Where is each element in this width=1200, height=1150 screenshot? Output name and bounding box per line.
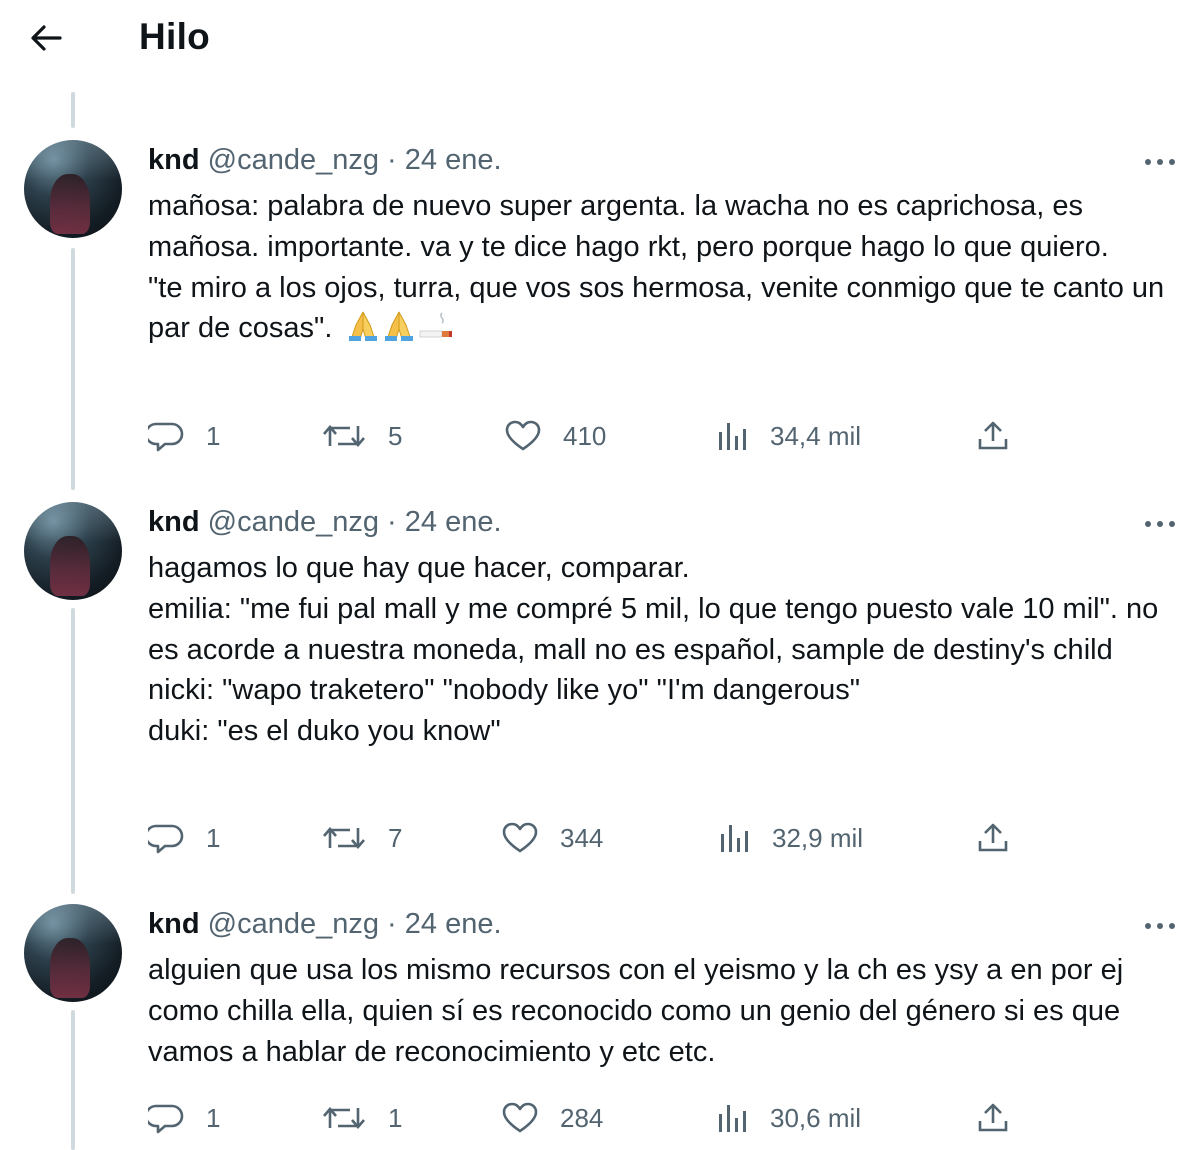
retweet-button[interactable]: 7: [322, 816, 402, 860]
like-count: 284: [560, 1102, 604, 1133]
reply-button[interactable]: 1: [148, 414, 220, 458]
share-button[interactable]: [976, 1096, 1010, 1140]
like-button[interactable]: 410: [505, 414, 606, 458]
arrow-left-icon: [29, 23, 63, 58]
thread-header: Hilo: [0, 0, 1200, 80]
heart-icon: [502, 822, 538, 854]
tweet-text: hagamos lo que hay que hacer, comparar. …: [148, 548, 1178, 752]
tweet-date[interactable]: 24 ene.: [405, 506, 502, 538]
avatar[interactable]: [24, 140, 122, 238]
reply-button[interactable]: 1: [148, 816, 220, 860]
separator: ·: [387, 506, 397, 538]
share-icon: [976, 419, 1010, 453]
tweet-text-line: emilia: "me fui pal mall y me compré 5 m…: [148, 592, 1159, 666]
reply-count: 1: [206, 822, 221, 853]
reply-icon: [148, 420, 184, 452]
tweet-text-line: hagamos lo que hay que hacer, comparar.: [148, 552, 690, 584]
tweet-header: knd @cande_nzg · 24 ene.: [148, 906, 502, 942]
author-name[interactable]: knd: [148, 908, 200, 940]
retweet-count: 5: [388, 420, 403, 451]
views-button[interactable]: 32,9 mil: [718, 816, 863, 860]
author-handle[interactable]: @cande_nzg: [208, 506, 379, 538]
separator: ·: [387, 908, 397, 940]
heart-icon: [502, 1102, 538, 1134]
author-handle[interactable]: @cande_nzg: [208, 144, 379, 176]
tweet-date[interactable]: 24 ene.: [405, 144, 502, 176]
emoji-group: [346, 309, 454, 353]
author-name[interactable]: knd: [148, 506, 200, 538]
views-button[interactable]: 34,4 mil: [716, 414, 861, 458]
tweet-actions: 1 1 284 30,6 mil: [0, 1096, 1200, 1140]
more-options-button[interactable]: [1138, 508, 1182, 540]
folded-hands-icon: [346, 309, 380, 353]
author-handle[interactable]: @cande_nzg: [208, 908, 379, 940]
analytics-icon: [716, 1102, 748, 1134]
tweet-text-line: mañosa: palabra de nuevo super argenta. …: [148, 190, 1109, 263]
share-icon: [976, 821, 1010, 855]
reply-count: 1: [206, 420, 221, 451]
tweet-actions: 1 7 344 32,9 mil: [0, 816, 1200, 860]
retweet-button[interactable]: 5: [322, 414, 402, 458]
avatar[interactable]: [24, 502, 122, 600]
views-button[interactable]: 30,6 mil: [716, 1096, 861, 1140]
more-options-button[interactable]: [1138, 146, 1182, 178]
tweet-text-line: "te miro a los ojos, turra, que vos sos …: [148, 271, 1165, 345]
tweet-text-line: nicki: "wapo traketero" "nobody like yo"…: [148, 674, 861, 707]
tweet-header: knd @cande_nzg · 24 ene.: [148, 142, 502, 178]
like-button[interactable]: 344: [502, 816, 603, 860]
smoking-icon: [418, 309, 454, 353]
retweet-icon: [322, 822, 366, 854]
more-icon: [1144, 515, 1176, 533]
like-button[interactable]: 284: [502, 1096, 603, 1140]
more-icon: [1144, 153, 1176, 171]
retweet-count: 7: [388, 822, 403, 853]
tweet-text-line: duki: "es el duko you know": [148, 715, 501, 748]
analytics-icon: [718, 822, 750, 854]
tweet-date[interactable]: 24 ene.: [405, 908, 502, 940]
back-button[interactable]: [22, 18, 70, 62]
retweet-count: 1: [388, 1102, 403, 1133]
tweet-text-line: alguien que usa los mismo recursos con e…: [148, 954, 1124, 1068]
retweet-button[interactable]: 1: [322, 1096, 402, 1140]
view-count: 32,9 mil: [772, 822, 864, 853]
view-count: 34,4 mil: [770, 420, 862, 451]
more-options-button[interactable]: [1138, 910, 1182, 942]
tweet-header: knd @cande_nzg · 24 ene.: [148, 504, 502, 540]
page-title: Hilo: [139, 16, 211, 57]
like-count: 344: [560, 822, 604, 853]
share-button[interactable]: [976, 816, 1010, 860]
analytics-icon: [716, 420, 748, 452]
author-name[interactable]: knd: [148, 144, 200, 176]
tweet-text: alguien que usa los mismo recursos con e…: [148, 950, 1178, 1072]
tweet-actions: 1 5 410 34,4 mil: [0, 414, 1200, 458]
share-button[interactable]: [976, 414, 1010, 458]
reply-icon: [148, 1102, 184, 1134]
reply-button[interactable]: 1: [148, 1096, 220, 1140]
view-count: 30,6 mil: [770, 1102, 862, 1133]
tweet-text: mañosa: palabra de nuevo super argenta. …: [148, 186, 1178, 353]
avatar[interactable]: [24, 904, 122, 1002]
retweet-icon: [322, 1102, 366, 1134]
more-icon: [1144, 917, 1176, 935]
share-icon: [976, 1101, 1010, 1135]
folded-hands-icon: [382, 309, 416, 353]
reply-count: 1: [206, 1102, 221, 1133]
heart-icon: [505, 420, 541, 452]
retweet-icon: [322, 420, 366, 452]
like-count: 410: [563, 420, 607, 451]
reply-icon: [148, 822, 184, 854]
thread-line: [71, 92, 75, 128]
separator: ·: [387, 144, 397, 176]
